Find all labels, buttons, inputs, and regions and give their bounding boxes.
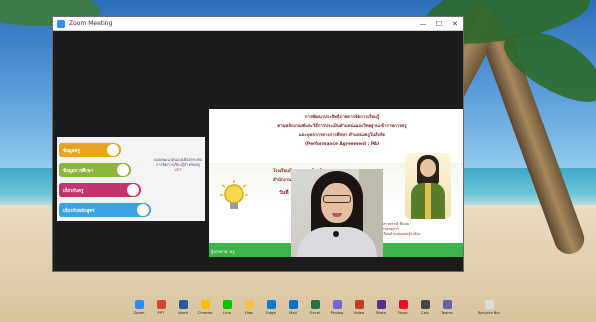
recycle-bin-icon bbox=[484, 300, 494, 309]
taskbar-item-zoom[interactable]: Zoom bbox=[128, 300, 150, 315]
paint-icon bbox=[398, 300, 408, 309]
menu-item-label: ข้อมูลครู bbox=[63, 148, 80, 154]
slide-title-line: การพัฒนาประสิทธิภาพการจัดการเรียนรู้ bbox=[304, 115, 380, 120]
taskbar-item-label: Recycle Bin bbox=[478, 310, 500, 315]
zoom-icon bbox=[57, 19, 65, 28]
caption-line: VET bbox=[174, 167, 182, 173]
teams-icon bbox=[442, 300, 452, 309]
taskbar-item-files[interactable]: Files bbox=[238, 300, 260, 315]
shared-menu-slide: ข้อมูลครู ข้อมูลการศึกษา เกี่ยวกับครู เก… bbox=[57, 137, 205, 221]
close-button[interactable]: ✕ bbox=[447, 17, 463, 31]
toggle-knob-icon bbox=[107, 144, 119, 156]
minimize-button[interactable]: — bbox=[415, 17, 431, 31]
presenter-photo bbox=[405, 153, 451, 219]
word-icon bbox=[178, 300, 188, 309]
menu-item-label: เกี่ยวกับหลักสูตร bbox=[63, 208, 95, 214]
menu-item-label: ข้อมูลการศึกษา bbox=[63, 168, 94, 174]
webcam-video bbox=[291, 169, 383, 257]
calculator-icon bbox=[420, 300, 430, 309]
maximize-button[interactable]: ☐ bbox=[431, 17, 447, 31]
taskbar-item-label: Zoom bbox=[133, 310, 145, 315]
taskbar-item-label: Teams bbox=[440, 310, 453, 315]
taskbar-item-label: PPT bbox=[157, 310, 165, 315]
taskbar-item-excel[interactable]: Excel bbox=[304, 300, 326, 315]
menu-item-about-curriculum: เกี่ยวกับหลักสูตร bbox=[59, 203, 151, 217]
taskbar-item-label: Line bbox=[223, 310, 231, 315]
store-icon bbox=[376, 300, 386, 309]
taskbar-item-edge[interactable]: Edge bbox=[260, 300, 282, 315]
taskbar-item-store[interactable]: Store bbox=[370, 300, 392, 315]
desktop-taskbar: Zoom PPT Word Chrome Line Files Edge Mail Excel P… bbox=[0, 296, 596, 322]
slide-title-line: ตามหลักเกณฑ์และวิธีการประเมินตำแหน่งและว… bbox=[277, 124, 407, 129]
taskbar-item-teams[interactable]: Teams bbox=[436, 300, 458, 315]
line-icon bbox=[222, 300, 232, 309]
menu-slide-caption: แผนพัฒนาตนเองเพื่อยกระดับ การจัดการเรียน… bbox=[153, 157, 203, 172]
shared-presentation-slide: การพัฒนาประสิทธิภาพการจัดการเรียนรู้ ตาม… bbox=[209, 109, 463, 257]
taskbar-item-photos[interactable]: Photos bbox=[326, 300, 348, 315]
lightbulb-icon bbox=[220, 180, 248, 209]
menu-item-label: เกี่ยวกับครู bbox=[63, 188, 84, 194]
meeting-view[interactable]: ข้อมูลครู ข้อมูลการศึกษา เกี่ยวกับครู เก… bbox=[53, 31, 463, 271]
taskbar-item-chrome[interactable]: Chrome bbox=[194, 300, 216, 315]
photos-icon bbox=[332, 300, 342, 309]
taskbar-item-label: Mail bbox=[289, 310, 297, 315]
taskbar-item-paint[interactable]: Paint bbox=[392, 300, 414, 315]
menu-item-teacher-info: ข้อมูลครู bbox=[59, 143, 121, 157]
slide-title-line: และบุคลากรทางการศึกษา ตำแหน่งครูในสังกัด bbox=[298, 133, 386, 138]
chrome-icon bbox=[200, 300, 210, 309]
excel-icon bbox=[310, 300, 320, 309]
taskbar-item-word[interactable]: Word bbox=[172, 300, 194, 315]
window-titlebar: Zoom Meeting — ☐ ✕ bbox=[53, 17, 463, 31]
taskbar-item-label: Edge bbox=[266, 310, 276, 315]
taskbar-item-label: Calc bbox=[420, 310, 430, 315]
powerpoint-icon bbox=[156, 300, 166, 309]
photo-caption: โรงเรียนบ้านหนองหญ้าปล้อง bbox=[377, 232, 421, 236]
taskbar-item-label: Excel bbox=[309, 310, 321, 315]
taskbar-item-line[interactable]: Line bbox=[216, 300, 238, 315]
taskbar-item-video[interactable]: Video bbox=[348, 300, 370, 315]
toggle-knob-icon bbox=[127, 184, 139, 196]
taskbar-item-label: Store bbox=[375, 310, 387, 315]
taskbar-item-label: Chrome bbox=[197, 310, 213, 315]
taskbar-item-label: Video bbox=[353, 310, 365, 315]
microphone-icon bbox=[333, 231, 339, 237]
taskbar-item-calc[interactable]: Calc bbox=[414, 300, 436, 315]
slide-footer-label: ผู้บรรยาย: ครู bbox=[211, 249, 235, 254]
taskbar-item-recycle-bin[interactable]: Recycle Bin bbox=[478, 300, 500, 315]
toggle-knob-icon bbox=[137, 204, 149, 216]
menu-item-about-teacher: เกี่ยวกับครู bbox=[59, 183, 141, 197]
taskbar-item-label: Word bbox=[178, 310, 188, 315]
folder-icon bbox=[244, 300, 254, 309]
video-icon bbox=[354, 300, 364, 309]
glasses-icon bbox=[323, 195, 351, 203]
edge-icon bbox=[266, 300, 276, 309]
toggle-knob-icon bbox=[117, 164, 129, 176]
slide-title-line: (Performance Agreement : PA) bbox=[304, 142, 380, 147]
taskbar-item-label: Paint bbox=[398, 310, 408, 315]
taskbar-item-label: Files bbox=[244, 310, 254, 315]
taskbar-item-label: Photos bbox=[330, 310, 344, 315]
taskbar-item-ppt[interactable]: PPT bbox=[150, 300, 172, 315]
window-title: Zoom Meeting bbox=[69, 20, 113, 27]
taskbar-item-mail[interactable]: Mail bbox=[282, 300, 304, 315]
mail-icon bbox=[288, 300, 298, 309]
zoom-icon bbox=[134, 300, 144, 309]
zoom-meeting-window: Zoom Meeting — ☐ ✕ ข้อมูลครู ข้อมูลการศึ… bbox=[52, 16, 464, 272]
menu-item-education-info: ข้อมูลการศึกษา bbox=[59, 163, 131, 177]
